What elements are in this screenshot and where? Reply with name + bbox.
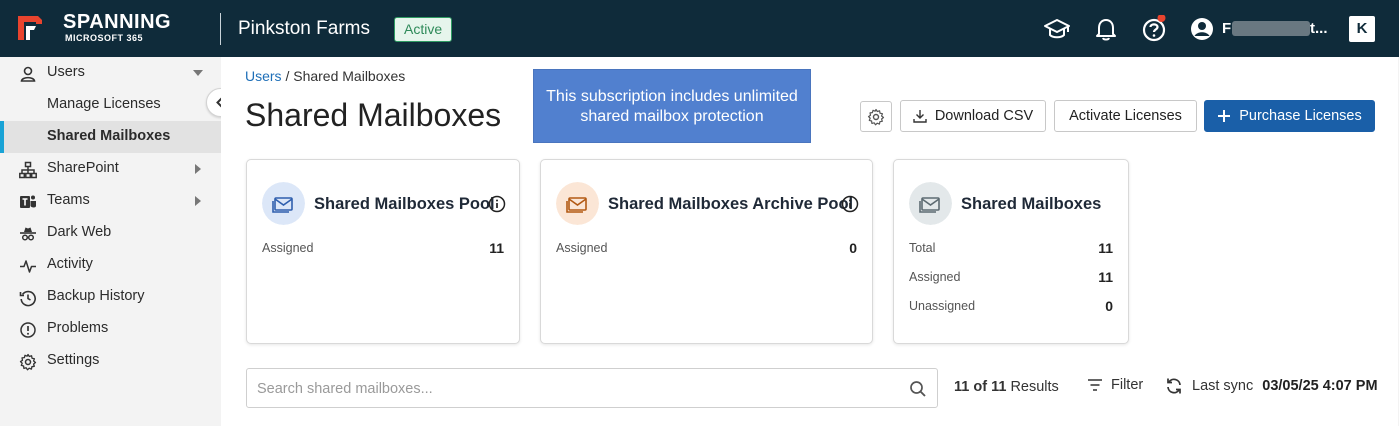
chevron-right-icon [195, 196, 201, 206]
card-shared-mailboxes: Shared Mailboxes Total 11 Assigned 11 Un… [893, 159, 1129, 344]
user-name-suffix: t... [1310, 20, 1328, 37]
top-bar: SPANNING MICROSOFT 365 Pinkston Farms Ac… [0, 0, 1399, 57]
purchase-licenses-button[interactable]: Purchase Licenses [1204, 100, 1375, 132]
gear-icon [19, 353, 37, 371]
bell-icon[interactable] [1092, 15, 1120, 43]
assigned-label: Assigned [909, 270, 961, 284]
sidebar-item-label: Teams [47, 192, 90, 208]
unassigned-value: 0 [1105, 298, 1113, 314]
org-name: Pinkston Farms [238, 18, 370, 39]
results-label: Results [1010, 379, 1059, 395]
mailbox-archive-icon [556, 182, 599, 225]
breadcrumb: Users / Shared Mailboxes [245, 68, 405, 84]
spanning-logo-icon [18, 16, 42, 40]
sidebar-item-label: Activity [47, 256, 93, 272]
search-icon[interactable] [908, 379, 928, 399]
sidebar-item-dark-web[interactable]: Dark Web [0, 217, 221, 249]
sync-label: Last sync [1192, 378, 1254, 394]
card-title: Shared Mailboxes [961, 195, 1102, 213]
graduation-cap-icon[interactable] [1043, 15, 1071, 43]
download-icon [913, 110, 927, 123]
sidebar-item-manage-licenses[interactable]: Manage Licenses [0, 89, 221, 121]
sidebar-item-label: Settings [47, 352, 100, 368]
card-shared-mailboxes-pool: Shared Mailboxes Pool Assigned 11 [246, 159, 520, 344]
assigned-label: Assigned [556, 241, 608, 255]
history-icon [19, 290, 36, 307]
assigned-label: Assigned [262, 241, 314, 255]
brand: SPANNING MICROSOFT 365 [63, 11, 171, 43]
alert-circle-icon [20, 322, 36, 338]
status-badge: Active [394, 17, 453, 42]
filter-label: Filter [1111, 377, 1144, 393]
filter-button[interactable]: Filter [1087, 377, 1143, 393]
sitemap-icon [19, 161, 37, 179]
sidebar-item-shared-mailboxes[interactable]: Shared Mailboxes [0, 121, 221, 153]
purchase-licenses-label: Purchase Licenses [1239, 108, 1362, 124]
gear-icon [867, 108, 885, 125]
unassigned-label: Unassigned [909, 299, 976, 313]
card-shared-mailboxes-archive-pool: Shared Mailboxes Archive Pool Assigned 0 [540, 159, 873, 344]
sidebar-item-label: SharePoint [47, 160, 119, 176]
assigned-value: 11 [489, 240, 504, 256]
sync-time: 03/05/25 4:07 PM [1262, 378, 1378, 394]
header-divider [220, 13, 221, 45]
plus-icon [1218, 110, 1231, 122]
search-box [246, 368, 938, 408]
spy-icon [20, 227, 36, 241]
sidebar-item-users[interactable]: Users [0, 57, 221, 89]
breadcrumb-current: / Shared Mailboxes [285, 68, 406, 84]
redacted-username [1232, 21, 1310, 36]
refresh-icon[interactable] [1165, 377, 1183, 395]
activate-licenses-label: Activate Licenses [1069, 108, 1182, 124]
sidebar-item-label: Shared Mailboxes [47, 128, 171, 144]
help-icon[interactable] [1140, 15, 1168, 43]
sidebar-item-problems[interactable]: Problems [0, 313, 221, 345]
user-name[interactable]: F [1222, 20, 1231, 37]
download-csv-label: Download CSV [934, 108, 1034, 124]
assigned-value: 0 [849, 240, 857, 256]
settings-button[interactable] [860, 101, 892, 132]
sidebar-item-backup-history[interactable]: Backup History [0, 281, 221, 313]
info-icon[interactable] [488, 195, 506, 213]
sidebar-item-label: Backup History [47, 288, 145, 304]
breadcrumb-link-users[interactable]: Users [245, 68, 282, 84]
sidebar: Users Manage Licenses Shared Mailboxes S… [0, 57, 221, 426]
activate-licenses-button[interactable]: Activate Licenses [1054, 100, 1197, 132]
card-title: Shared Mailboxes Pool [314, 195, 495, 213]
sidebar-item-settings[interactable]: Settings [0, 345, 221, 377]
sidebar-item-activity[interactable]: Activity [0, 249, 221, 281]
brand-name: SPANNING [63, 11, 172, 33]
filter-icon [1088, 379, 1102, 391]
info-icon[interactable] [841, 195, 859, 213]
sidebar-item-label: Problems [47, 320, 109, 336]
sidebar-item-teams[interactable]: Teams [0, 185, 221, 217]
chevron-right-icon [195, 164, 201, 174]
main-content: Users / Shared Mailboxes Shared Mailboxe… [221, 57, 1398, 426]
mailbox-icon [909, 182, 952, 225]
results-count: 11 of 11 Results [954, 379, 1059, 395]
brand-sub: MICROSOFT 365 [65, 33, 144, 43]
chevron-down-icon [193, 70, 203, 76]
card-title: Shared Mailboxes Archive Pool [608, 195, 854, 213]
assigned-value: 11 [1098, 269, 1113, 285]
kaseya-logo-icon[interactable]: K [1349, 16, 1375, 42]
mailbox-icon [262, 182, 305, 225]
activity-icon [20, 260, 36, 273]
sidebar-item-label: Dark Web [47, 224, 112, 240]
tooltip: This subscription includes unlimited sha… [533, 69, 811, 143]
sidebar-item-label: Manage Licenses [47, 96, 161, 112]
total-label: Total [909, 241, 936, 255]
last-sync: Last sync 03/05/25 4:07 PM [1165, 377, 1378, 395]
results-number: 11 of 11 [954, 379, 1007, 395]
search-input[interactable] [257, 378, 897, 400]
total-value: 11 [1098, 240, 1113, 256]
user-icon [20, 66, 36, 82]
avatar[interactable] [1188, 15, 1216, 43]
download-csv-button[interactable]: Download CSV [900, 100, 1046, 132]
sidebar-item-sharepoint[interactable]: SharePoint [0, 153, 221, 185]
page-title: Shared Mailboxes [245, 97, 502, 133]
sidebar-item-label: Users [47, 64, 85, 80]
teams-icon [20, 195, 36, 208]
